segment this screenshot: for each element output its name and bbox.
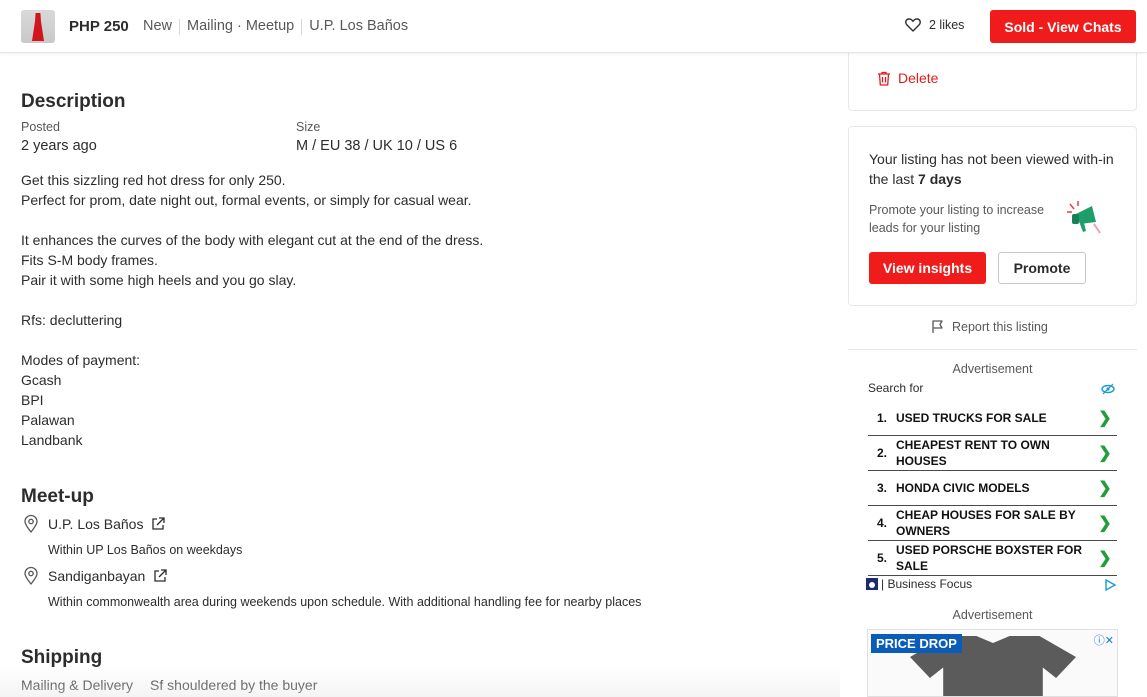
listing-thumbnail[interactable] bbox=[21, 10, 55, 43]
likes-button[interactable]: 2 likes bbox=[905, 18, 964, 32]
size-label: Size bbox=[296, 120, 321, 134]
ad-item-text: CHEAP HOUSES FOR SALE BY OWNERS bbox=[896, 508, 1076, 538]
ad-source-label: | Business Focus bbox=[881, 577, 973, 591]
external-link-icon[interactable] bbox=[153, 569, 167, 583]
dress-image bbox=[32, 13, 44, 41]
shipping-row: Mailing & Delivery Sf shouldered by the … bbox=[21, 677, 317, 693]
ad-item-text: CHEAPEST RENT TO OWN HOUSES bbox=[896, 438, 1050, 468]
report-label: Report this listing bbox=[952, 320, 1048, 334]
ad-search-item[interactable]: 4. CHEAP HOUSES FOR SALE BY OWNERS ❯ bbox=[868, 506, 1117, 541]
sold-view-chats-button[interactable]: Sold - View Chats bbox=[990, 10, 1136, 43]
ad-item-number: 4. bbox=[877, 516, 888, 530]
ad-item-number: 3. bbox=[877, 481, 888, 495]
shipping-heading: Shipping bbox=[21, 647, 103, 668]
location-pin-icon bbox=[24, 566, 38, 586]
flag-icon bbox=[932, 320, 943, 333]
listing-price: PHP 250 bbox=[69, 18, 129, 35]
delivery-label: Mailing · Meetup bbox=[187, 18, 295, 34]
price-drop-badge: PRICE DROP bbox=[871, 634, 962, 653]
display-ad[interactable]: PRICE DROP ⓘ✕ bbox=[867, 629, 1118, 697]
ad-search-item[interactable]: 2. CHEAPEST RENT TO OWN HOUSES ❯ bbox=[868, 436, 1117, 471]
divider bbox=[179, 19, 181, 35]
heart-icon bbox=[905, 18, 921, 32]
ad-item-text: HONDA CIVIC MODELS bbox=[896, 481, 1030, 495]
chevron-right-icon: ❯ bbox=[1098, 445, 1112, 462]
ad-info-icon[interactable] bbox=[1104, 579, 1116, 591]
listing-attributes: New Mailing · Meetup U.P. Los Baños bbox=[143, 18, 408, 35]
view-insights-button[interactable]: View insights bbox=[869, 252, 986, 284]
report-listing-link[interactable]: Report this listing bbox=[931, 320, 1048, 334]
ad-search-item[interactable]: 1. USED TRUCKS FOR SALE ❯ bbox=[868, 400, 1117, 436]
ad-choices-icon[interactable] bbox=[1101, 383, 1115, 395]
ad-footer[interactable]: | Business Focus bbox=[866, 577, 972, 591]
condition-label: New bbox=[143, 18, 173, 34]
delete-button[interactable]: Delete bbox=[877, 70, 938, 86]
business-focus-logo-icon bbox=[866, 578, 878, 590]
divider bbox=[848, 349, 1137, 350]
listing-header-bar: PHP 250 New Mailing · Meetup U.P. Los Ba… bbox=[0, 0, 1147, 53]
external-link-icon[interactable] bbox=[151, 517, 166, 531]
chevron-right-icon: ❯ bbox=[1098, 515, 1112, 532]
promo-title-text: Your listing has not been viewed with-in… bbox=[869, 151, 1114, 187]
size-value: M / EU 38 / UK 10 / US 6 bbox=[296, 138, 458, 154]
chevron-right-icon: ❯ bbox=[1098, 480, 1112, 497]
meetup-location[interactable]: Sandiganbayan bbox=[21, 566, 167, 586]
ad-search-item[interactable]: 5. USED PORSCHE BOXSTER FOR SALE ❯ bbox=[868, 541, 1117, 576]
meetup-location-name: Sandiganbayan bbox=[48, 568, 146, 584]
meetup-location[interactable]: U.P. Los Baños bbox=[21, 514, 166, 534]
promote-button[interactable]: Promote bbox=[998, 252, 1086, 284]
advertisement-label: Advertisement bbox=[952, 362, 1033, 376]
posted-value: 2 years ago bbox=[21, 138, 97, 154]
ad-close-icon[interactable]: ⓘ✕ bbox=[1094, 632, 1114, 648]
delete-label: Delete bbox=[898, 70, 939, 86]
meetup-location-note: Within commonwealth area during weekends… bbox=[48, 595, 642, 609]
meetup-location-name: U.P. Los Baños bbox=[48, 516, 144, 532]
description-heading: Description bbox=[21, 91, 126, 112]
ad-search-item[interactable]: 3. HONDA CIVIC MODELS ❯ bbox=[868, 471, 1117, 506]
ad-item-number: 1. bbox=[877, 410, 888, 425]
likes-count: 2 likes bbox=[929, 18, 965, 32]
trash-icon bbox=[878, 71, 890, 86]
ad-item-text: USED PORSCHE BOXSTER FOR SALE bbox=[896, 543, 1083, 573]
ad-item-number: 2. bbox=[877, 446, 888, 460]
meetup-location-note: Within UP Los Baños on weekdays bbox=[48, 543, 243, 557]
location-pin-icon bbox=[24, 514, 38, 534]
posted-label: Posted bbox=[21, 120, 60, 134]
ad-search-list: 1. USED TRUCKS FOR SALE ❯ 2. CHEAPEST RE… bbox=[868, 400, 1117, 576]
description-body: Get this sizzling red hot dress for only… bbox=[21, 172, 484, 448]
chevron-right-icon: ❯ bbox=[1098, 409, 1112, 427]
advertisement-label: Advertisement bbox=[952, 608, 1033, 622]
meetup-heading: Meet-up bbox=[21, 486, 94, 507]
ad-item-number: 5. bbox=[877, 551, 888, 565]
shipping-note: Sf shouldered by the buyer bbox=[150, 677, 318, 693]
shipping-method: Mailing & Delivery bbox=[21, 677, 134, 693]
promo-days: 7 days bbox=[918, 171, 962, 187]
ad-item-text: USED TRUCKS FOR SALE bbox=[896, 410, 1047, 425]
promo-title: Your listing has not been viewed with-in… bbox=[869, 149, 1119, 189]
promo-subtitle: Promote your listing to increase leads f… bbox=[869, 203, 1045, 235]
ad-search-for-label: Search for bbox=[868, 381, 924, 395]
megaphone-icon bbox=[1067, 201, 1101, 234]
location-label: U.P. Los Baños bbox=[309, 18, 409, 34]
chevron-right-icon: ❯ bbox=[1098, 550, 1112, 567]
divider bbox=[301, 19, 303, 35]
